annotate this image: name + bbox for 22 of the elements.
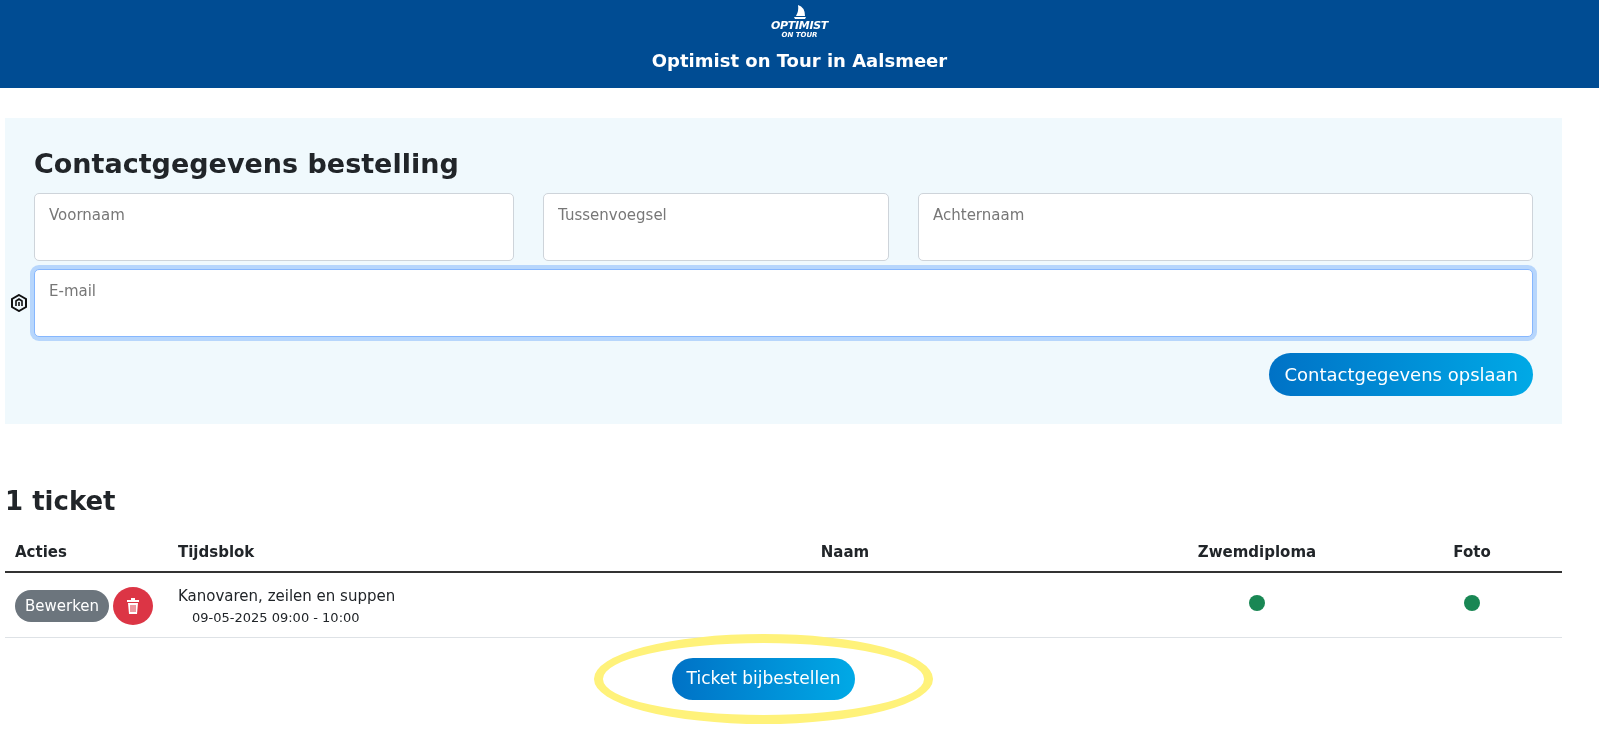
input-field[interactable]: Voornaam xyxy=(34,192,514,261)
activity-name: Kanovaren, zeilen en suppen xyxy=(178,586,397,607)
sailboat-icon xyxy=(792,4,807,20)
save-button[interactable]: Contactgegevens opslaan xyxy=(1269,352,1533,396)
email-field[interactable]: E-mail xyxy=(34,268,1533,337)
extension-icon[interactable] xyxy=(11,293,27,312)
trash-icon xyxy=(126,598,141,614)
page-title: Optimist on Tour in Aalsmeer xyxy=(651,49,948,73)
ticket-count-heading: 1 ticket xyxy=(5,484,117,518)
logo-text: OPTIMIST xyxy=(770,20,829,31)
column-header: Naam xyxy=(820,542,870,561)
input-field[interactable]: Tussenvoegsel xyxy=(543,192,889,261)
time-slot: 09-05-2025 09:00 - 10:00 xyxy=(178,607,568,627)
column-header: Foto xyxy=(1453,542,1491,561)
column-header: Tijdsblok xyxy=(178,542,255,561)
column-header: Zwemdiploma xyxy=(1197,542,1317,561)
delete-button[interactable] xyxy=(113,587,154,625)
input-field[interactable]: Achternaam xyxy=(918,192,1533,261)
section-heading: Contactgegevens bestelling xyxy=(34,147,460,181)
column-header: Acties xyxy=(15,542,67,561)
edit-button[interactable]: Bewerken xyxy=(15,589,110,623)
order-ticket-button[interactable]: Ticket bijbestellen xyxy=(671,658,856,700)
